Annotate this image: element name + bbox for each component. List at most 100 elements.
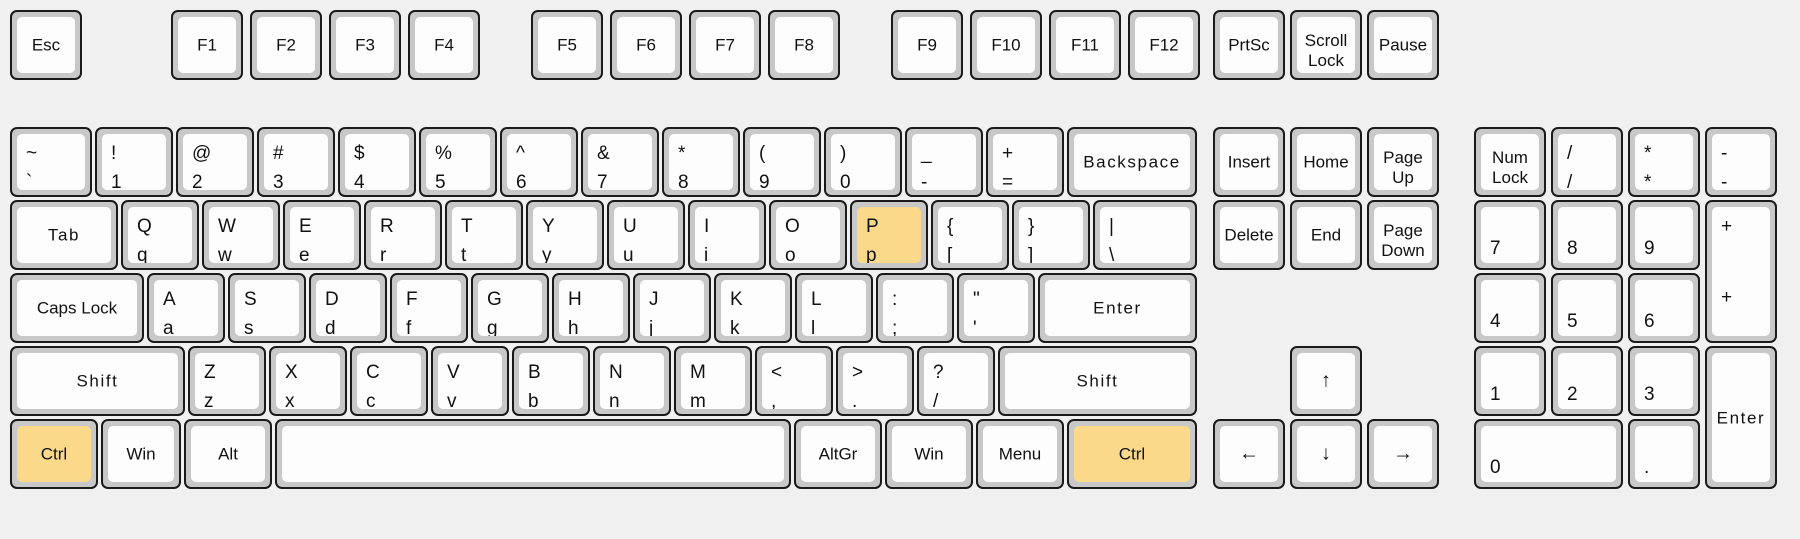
key-f2[interactable]: F2 [250,10,322,80]
key-f1[interactable]: F1 [171,10,243,80]
key-slash[interactable]: ? / [917,346,995,416]
key-home[interactable]: Home [1290,127,1362,197]
key-key-e[interactable]: Ee [283,200,361,270]
key-key-o[interactable]: Oo [769,200,847,270]
key-arrow-right[interactable]: → [1367,419,1439,489]
key-key-a[interactable]: Aa [147,273,225,343]
key-key-t[interactable]: Tt [445,200,523,270]
key-tab[interactable]: Tab [10,200,118,270]
key-digit-5[interactable]: % 5 [419,127,497,197]
key-key-l[interactable]: Ll [795,273,873,343]
key-f3[interactable]: F3 [329,10,401,80]
key-key-d[interactable]: Dd [309,273,387,343]
key-f7[interactable]: F7 [689,10,761,80]
key-digit-0[interactable]: ) 0 [824,127,902,197]
key-f9[interactable]: F9 [891,10,963,80]
key-period[interactable]: >. [836,346,914,416]
key-digit-4[interactable]: $4 [338,127,416,197]
key-caps-lock[interactable]: Caps Lock [10,273,144,343]
key-backspace[interactable]: Backspace [1067,127,1197,197]
key-key-p[interactable]: Pp [850,200,928,270]
key-numpad-3[interactable]: 3 [1628,346,1700,416]
key-numpad-2[interactable]: 2 [1551,346,1623,416]
key-key-k[interactable]: Kk [714,273,792,343]
key-key-q[interactable]: Qq [121,200,199,270]
key-numpad-5[interactable]: 5 [1551,273,1623,343]
key-alt-left[interactable]: Alt [184,419,272,489]
key-shift-right[interactable]: Shift [998,346,1197,416]
key-key-m[interactable]: Mm [674,346,752,416]
key-page-down[interactable]: Page Down [1367,200,1439,270]
key-numpad-0[interactable]: 0 [1474,419,1623,489]
key-key-v[interactable]: Vv [431,346,509,416]
key-delete[interactable]: Delete [1213,200,1285,270]
key-key-w[interactable]: Ww [202,200,280,270]
key-numpad-decimal[interactable]: . [1628,419,1700,489]
key-key-g[interactable]: Gg [471,273,549,343]
key-digit-8[interactable]: * 8 [662,127,740,197]
key-f11[interactable]: F11 [1049,10,1121,80]
key-backslash[interactable]: | \ [1093,200,1197,270]
key-numpad-1[interactable]: 1 [1474,346,1546,416]
key-num-lock[interactable]: Num Lock [1474,127,1546,197]
key-numpad-subtract[interactable]: -- [1705,127,1777,197]
key-equals[interactable]: + = [986,127,1064,197]
key-minus[interactable]: _ - [905,127,983,197]
key-win-left[interactable]: Win [101,419,181,489]
key-f6[interactable]: F6 [610,10,682,80]
key-digit-6[interactable]: ^ 6 [500,127,578,197]
key-numpad-9[interactable]: 9 [1628,200,1700,270]
key-enter[interactable]: Enter [1038,273,1197,343]
key-arrow-down[interactable]: ↓ [1290,419,1362,489]
key-digit-7[interactable]: & 7 [581,127,659,197]
key-key-n[interactable]: Nn [593,346,671,416]
key-numpad-8[interactable]: 8 [1551,200,1623,270]
key-scroll-lock[interactable]: Scroll Lock [1290,10,1362,80]
key-numpad-divide[interactable]: / / [1551,127,1623,197]
key-comma[interactable]: <, [755,346,833,416]
key-bracket-right[interactable]: }] [1012,200,1090,270]
key-shift-left[interactable]: Shift [10,346,185,416]
key-backtick[interactable]: ~ ` [10,127,92,197]
key-numpad-6[interactable]: 6 [1628,273,1700,343]
key-page-up[interactable]: Page Up [1367,127,1439,197]
key-arrow-left[interactable]: ← [1213,419,1285,489]
key-key-h[interactable]: Hh [552,273,630,343]
key-digit-2[interactable]: @2 [176,127,254,197]
key-bracket-left[interactable]: {[ [931,200,1009,270]
key-pause[interactable]: Pause [1367,10,1439,80]
key-end[interactable]: End [1290,200,1362,270]
key-menu[interactable]: Menu [976,419,1064,489]
key-key-x[interactable]: Xx [269,346,347,416]
key-key-b[interactable]: Bb [512,346,590,416]
key-win-right[interactable]: Win [885,419,973,489]
key-digit-1[interactable]: ! 1 [95,127,173,197]
key-print-screen[interactable]: PrtSc [1213,10,1285,80]
key-digit-9[interactable]: (9 [743,127,821,197]
key-quote[interactable]: " ' [957,273,1035,343]
key-f8[interactable]: F8 [768,10,840,80]
key-space[interactable] [275,419,791,489]
key-escape[interactable]: Esc [10,10,82,80]
key-numpad-7[interactable]: 7 [1474,200,1546,270]
key-digit-3[interactable]: #3 [257,127,335,197]
key-semicolon[interactable]: :; [876,273,954,343]
key-key-z[interactable]: Zz [188,346,266,416]
key-numpad-enter[interactable]: Enter [1705,346,1777,489]
key-numpad-4[interactable]: 4 [1474,273,1546,343]
key-ctrl-right[interactable]: Ctrl [1067,419,1197,489]
key-numpad-multiply[interactable]: * * [1628,127,1700,197]
key-alt-gr[interactable]: AltGr [794,419,882,489]
key-f12[interactable]: F12 [1128,10,1200,80]
key-insert[interactable]: Insert [1213,127,1285,197]
key-f10[interactable]: F10 [970,10,1042,80]
key-key-j[interactable]: Jj [633,273,711,343]
key-key-i[interactable]: Ii [688,200,766,270]
key-f5[interactable]: F5 [531,10,603,80]
key-arrow-up[interactable]: ↑ [1290,346,1362,416]
key-key-c[interactable]: Cc [350,346,428,416]
key-ctrl-left[interactable]: Ctrl [10,419,98,489]
key-key-f[interactable]: Ff [390,273,468,343]
key-key-y[interactable]: Yy [526,200,604,270]
key-key-r[interactable]: Rr [364,200,442,270]
